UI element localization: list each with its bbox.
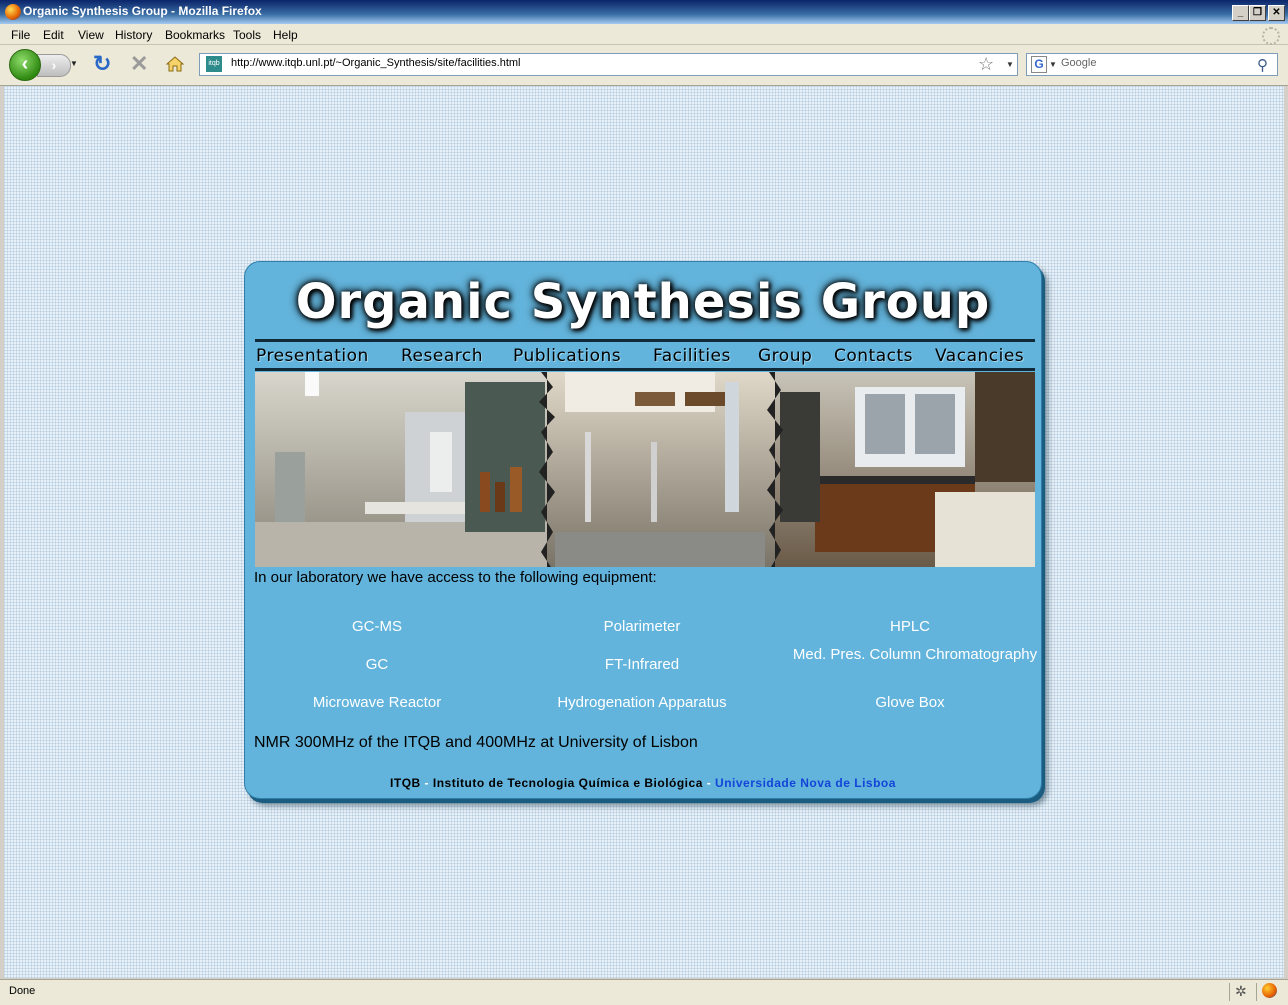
window-title: Organic Synthesis Group - Mozilla Firefo… (23, 4, 262, 18)
stop-icon[interactable]: ✕ (130, 53, 148, 75)
menu-history[interactable]: History (115, 28, 152, 42)
menu-tools[interactable]: Tools (233, 28, 261, 42)
page-footer: ITQB - Instituto de Tecnologia Química e… (245, 776, 1041, 790)
nav-link-facilities[interactable]: Facilities (653, 346, 731, 366)
equipment-hydrogenation-apparatus: Hydrogenation Apparatus (557, 694, 727, 711)
footer-institute-name: Instituto de Tecnologia Química e Biológ… (432, 776, 703, 790)
nav-link-vacancies[interactable]: Vacancies (935, 346, 1024, 366)
status-text: Done (9, 985, 36, 997)
nav-link-group[interactable]: Group (758, 346, 812, 366)
nav-divider-bottom (255, 368, 1035, 371)
addon-bug-icon[interactable]: ✲ (1235, 983, 1247, 1000)
equipment-med-pres-column-chromatography: Med. Pres. Column Chromatography (792, 646, 1038, 663)
menu-bar: File Edit View History Bookmarks Tools H… (0, 24, 1288, 45)
site-title: Organic Synthesis Group (295, 274, 991, 330)
content-panel: Organic Synthesis Group Presentation Res… (244, 261, 1042, 799)
status-divider (1229, 983, 1230, 1001)
menu-bookmarks[interactable]: Bookmarks (165, 28, 225, 42)
menu-view[interactable]: View (78, 28, 104, 42)
footer-separator: - (420, 776, 433, 790)
address-bar[interactable]: itqb http://www.itqb.unl.pt/~Organic_Syn… (199, 53, 1018, 76)
site-favicon-icon: itqb (206, 56, 222, 72)
equipment-microwave-reactor: Microwave Reactor (312, 694, 442, 711)
equipment-gc-ms: GC-MS (352, 618, 402, 635)
menu-edit[interactable]: Edit (43, 28, 64, 42)
nmr-text: NMR 300MHz of the ITQB and 400MHz at Uni… (254, 734, 698, 751)
search-icon[interactable]: ⚲ (1257, 56, 1268, 74)
footer-itqb: ITQB (390, 776, 421, 790)
intro-text: In our laboratory we have access to the … (254, 569, 657, 586)
laboratory-photo (255, 372, 1035, 567)
nav-divider-top (255, 339, 1035, 342)
back-button[interactable]: ‹ (9, 49, 41, 81)
status-bar: Done ✲ (0, 979, 1288, 1005)
maximize-button[interactable]: ❐ (1249, 5, 1266, 21)
history-dropdown-icon[interactable]: ▼ (70, 59, 78, 68)
status-divider (1256, 983, 1257, 1001)
close-button[interactable]: ✕ (1268, 5, 1285, 21)
firefox-icon (5, 4, 21, 20)
menu-file[interactable]: File (11, 28, 30, 42)
url-dropdown-icon[interactable]: ▼ (1006, 60, 1014, 69)
equipment-ft-infrared: FT-Infrared (604, 656, 680, 673)
navigation-toolbar: › ‹ ▼ ↻ ✕ itqb http://www.itqb.unl.pt/~O… (0, 45, 1288, 86)
nav-link-presentation[interactable]: Presentation (256, 346, 369, 366)
throbber-icon (1262, 27, 1280, 45)
menu-help[interactable]: Help (273, 28, 298, 42)
equipment-gc: GC (365, 656, 389, 673)
search-engine-dropdown-icon[interactable]: ▼ (1049, 60, 1057, 69)
equipment-hplc: HPLC (889, 618, 930, 635)
nav-link-research[interactable]: Research (401, 346, 483, 366)
url-text[interactable]: http://www.itqb.unl.pt/~Organic_Synthesi… (231, 57, 521, 69)
footer-separator: - (702, 776, 716, 790)
bookmark-star-icon[interactable]: ☆ (978, 54, 994, 75)
forward-button[interactable]: › (37, 54, 71, 77)
reload-icon[interactable]: ↻ (93, 53, 111, 75)
minimize-button[interactable]: _ (1232, 5, 1249, 21)
home-icon[interactable] (166, 56, 184, 72)
firefox-status-icon[interactable] (1262, 983, 1277, 998)
nav-link-publications[interactable]: Publications (513, 346, 621, 366)
nav-link-contacts[interactable]: Contacts (834, 346, 913, 366)
equipment-glove-box: Glove Box (875, 694, 945, 711)
equipment-polarimeter: Polarimeter (603, 618, 681, 635)
window-titlebar: Organic Synthesis Group - Mozilla Firefo… (0, 0, 1288, 24)
footer-university-link[interactable]: Universidade Nova de Lisboa (715, 776, 896, 790)
page-viewport: Organic Synthesis Group Presentation Res… (4, 86, 1284, 978)
search-input[interactable]: Google (1061, 57, 1096, 69)
google-icon[interactable]: G (1031, 56, 1047, 73)
search-bar[interactable]: G ▼ Google ⚲ (1026, 53, 1278, 76)
